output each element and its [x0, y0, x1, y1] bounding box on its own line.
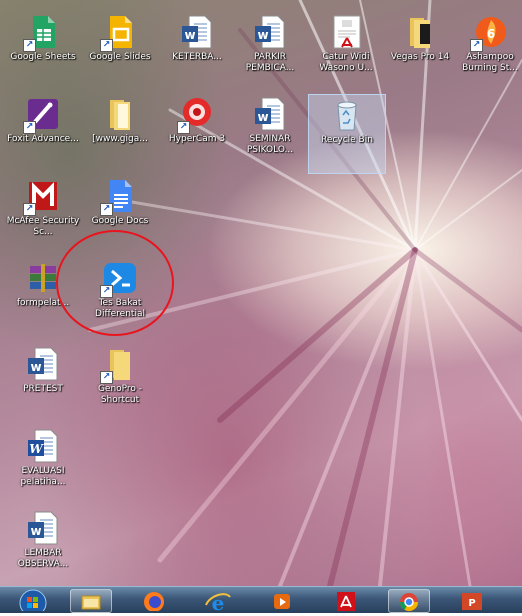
svg-text:w: w [30, 524, 41, 538]
foxit-icon: ↗ [23, 96, 61, 134]
icon-label: EVALUASI pelatiha... [20, 466, 66, 487]
taskbar-internet-explorer[interactable]: e [198, 589, 238, 615]
shortcut-arrow-icon: ↗ [100, 39, 113, 52]
icon-label: PRETEST [23, 384, 63, 394]
svg-text:P: P [468, 598, 475, 609]
word-document-icon: w [25, 346, 61, 382]
svg-text:W: W [29, 442, 44, 456]
desktop-icon-recycle-bin[interactable]: Recycle Bin [308, 94, 386, 174]
google-docs-icon: ↗ [100, 178, 138, 216]
desktop-icon-google-slides[interactable]: ↗ Google Slides [82, 12, 158, 90]
icon-label: Vegas Pro 14 [390, 52, 450, 62]
red-highlight-circle [56, 230, 174, 336]
word-document-icon: w [252, 14, 288, 50]
shortcut-arrow-icon: ↗ [100, 371, 113, 384]
icon-label: KETERBA... [172, 52, 222, 62]
hypercam-icon: ↗ [177, 96, 215, 134]
icon-label: LEMBAR OBSERVA... [17, 548, 69, 569]
word-document-icon: w [179, 14, 215, 50]
desktop-icon-genopro-shortcut[interactable]: ↗ GenoPro - Shortcut [82, 344, 158, 422]
desktop-icon-vegas-pro[interactable]: Vegas Pro 14 [382, 12, 458, 90]
media-player-icon [274, 594, 290, 609]
desktop-icon-google-sheets[interactable]: ↗ Google Sheets [5, 12, 81, 90]
start-button[interactable] [10, 589, 56, 616]
shortcut-arrow-icon: ↗ [23, 203, 36, 216]
taskbar-media-player[interactable] [262, 589, 302, 611]
svg-text:w: w [184, 28, 195, 42]
pdf-document-icon [328, 14, 364, 50]
desktop-icon-mcafee[interactable]: ↗ McAfee Security Sc... [5, 176, 81, 254]
mcafee-icon: ↗ [23, 178, 61, 216]
folder-icon [102, 96, 138, 132]
ashampoo-burning-icon: 6 ↗ [470, 14, 508, 52]
google-slides-icon: ↗ [100, 14, 138, 52]
desktop-icon-ashampoo[interactable]: 6 ↗ Ashampoo Burning St... [452, 12, 522, 90]
taskbar-powerpoint[interactable]: P [452, 589, 492, 611]
word-document-icon: w [25, 510, 61, 546]
desktop-icon-catur-widi-wasono[interactable]: Catur Widi Wasono U... [308, 12, 384, 90]
icon-label: HyperCam 3 [168, 134, 226, 144]
desktop-icon-pretest[interactable]: w PRETEST [5, 344, 81, 422]
svg-text:w: w [30, 360, 41, 374]
chrome-icon [400, 593, 418, 612]
icon-label: GenoPro - Shortcut [97, 384, 143, 405]
word-document-icon: W [25, 428, 61, 464]
icon-label: Foxit Advance... [7, 134, 79, 144]
taskbar-chrome[interactable] [388, 589, 430, 613]
desktop-icon-keterba[interactable]: w KETERBA... [159, 12, 235, 90]
desktop-icon-hypercam[interactable]: ↗ HyperCam 3 [159, 94, 235, 172]
desktop-icon-evaluasi-pelatiha[interactable]: W EVALUASI pelatiha... [5, 426, 81, 504]
shortcut-arrow-icon: ↗ [23, 39, 36, 52]
acrobat-reader-icon [337, 592, 355, 611]
icon-label: Catur Widi Wasono U... [319, 52, 373, 73]
taskbar: e P [0, 586, 522, 616]
recycle-bin-icon [329, 97, 365, 133]
taskbar-file-explorer[interactable] [70, 589, 112, 613]
taskbar-firefox[interactable] [134, 589, 174, 612]
icon-label: [www.giga... [92, 134, 148, 144]
folder-icon: ↗ [100, 346, 138, 384]
folder-icon [402, 14, 438, 50]
desktop[interactable]: ↗ Google Sheets ↗ Google Slides w KETERB… [0, 0, 522, 586]
desktop-icon-foxit[interactable]: ↗ Foxit Advance... [5, 94, 81, 172]
word-document-icon: w [252, 96, 288, 132]
icon-label: PARKIR PEMBICA... [245, 52, 295, 73]
icon-label: Google Docs [91, 216, 149, 226]
shortcut-arrow-icon: ↗ [470, 39, 483, 52]
icon-label: McAfee Security Sc... [6, 216, 80, 237]
internet-explorer-icon: e [205, 591, 231, 615]
icon-label: Ashampoo Burning St... [462, 52, 518, 73]
svg-text:6: 6 [487, 27, 495, 41]
icon-label: SEMINAR PSIKOLO... [246, 134, 294, 155]
icon-label: Google Sheets [10, 52, 76, 62]
svg-text:w: w [257, 110, 268, 124]
windows-orb-icon [19, 589, 47, 616]
google-sheets-icon: ↗ [23, 14, 61, 52]
icon-label: Recycle Bin [321, 135, 373, 145]
shortcut-arrow-icon: ↗ [177, 121, 190, 134]
desktop-icon-seminar-psikolo[interactable]: w SEMINAR PSIKOLO... [232, 94, 308, 172]
desktop-icon-lembar-observa[interactable]: w LEMBAR OBSERVA... [5, 508, 81, 586]
desktop-icon-www-giga[interactable]: [www.giga... [82, 94, 158, 172]
powerpoint-icon: P [462, 593, 482, 610]
taskbar-acrobat-reader[interactable] [326, 589, 366, 611]
firefox-icon [144, 592, 164, 612]
shortcut-arrow-icon: ↗ [100, 203, 113, 216]
icon-label: Google Slides [89, 52, 151, 62]
shortcut-arrow-icon: ↗ [23, 121, 36, 134]
desktop-icon-parkir-pembica[interactable]: w PARKIR PEMBICA... [232, 12, 308, 90]
svg-text:w: w [257, 28, 268, 42]
file-explorer-icon [81, 595, 101, 610]
